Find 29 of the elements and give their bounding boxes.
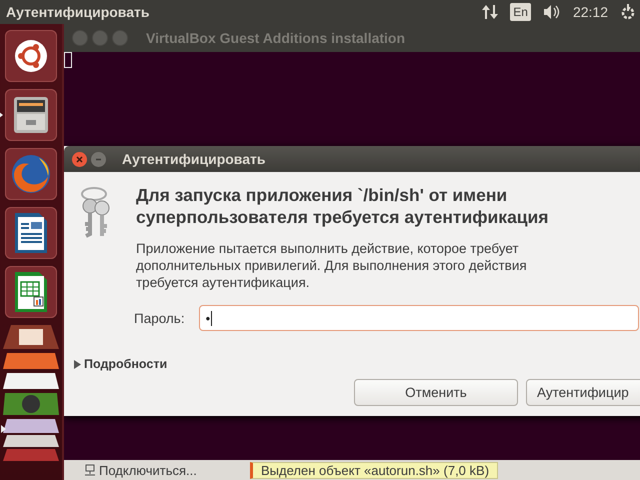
keyboard-layout-indicator[interactable]: En [510,3,531,21]
cancel-button[interactable]: Отменить [354,379,518,406]
firefox-icon [9,152,53,196]
launcher-item[interactable] [5,207,57,259]
close-icon [76,156,83,162]
authenticate-button[interactable]: Аутентифицир [526,379,640,406]
password-label: Пароль: [134,310,185,326]
launcher-item[interactable] [5,266,57,318]
status-message: Выделен объект «autorun.sh» (7,0 kB) [250,462,498,478]
dialog-title: Аутентифицировать [122,151,266,167]
spreadsheet-icon [13,270,49,314]
dialog-message: Приложение пытается выполнить действие, которое требует дополнительных привилегий. Для выполнения этого действия требуется аутентификация. [136,240,528,291]
network-computer-icon [84,464,96,476]
sidebar-item[interactable]: Подключиться... [84,462,244,478]
launcher-item[interactable] [5,30,57,82]
password-field[interactable]: • [198,305,639,331]
close-button[interactable] [72,152,87,166]
clock[interactable]: 22:12 [572,4,608,20]
volume-icon[interactable] [542,4,561,20]
power-gear-icon[interactable] [620,4,636,20]
window-title: Аутентифицировать [6,4,150,20]
network-arrows-icon[interactable] [482,4,498,20]
ubuntu-logo-icon [13,38,49,74]
text-cursor [64,52,72,68]
dialog-heading: Для запуска приложения `/bin/sh' от имени суперпользователя требуется аутентификация [136,184,550,228]
details-expander[interactable]: Подробности [74,357,640,371]
window-title: VirtualBox Guest Additions installation [146,30,406,46]
document-icon [13,211,49,255]
file-cabinet-icon [11,95,51,135]
